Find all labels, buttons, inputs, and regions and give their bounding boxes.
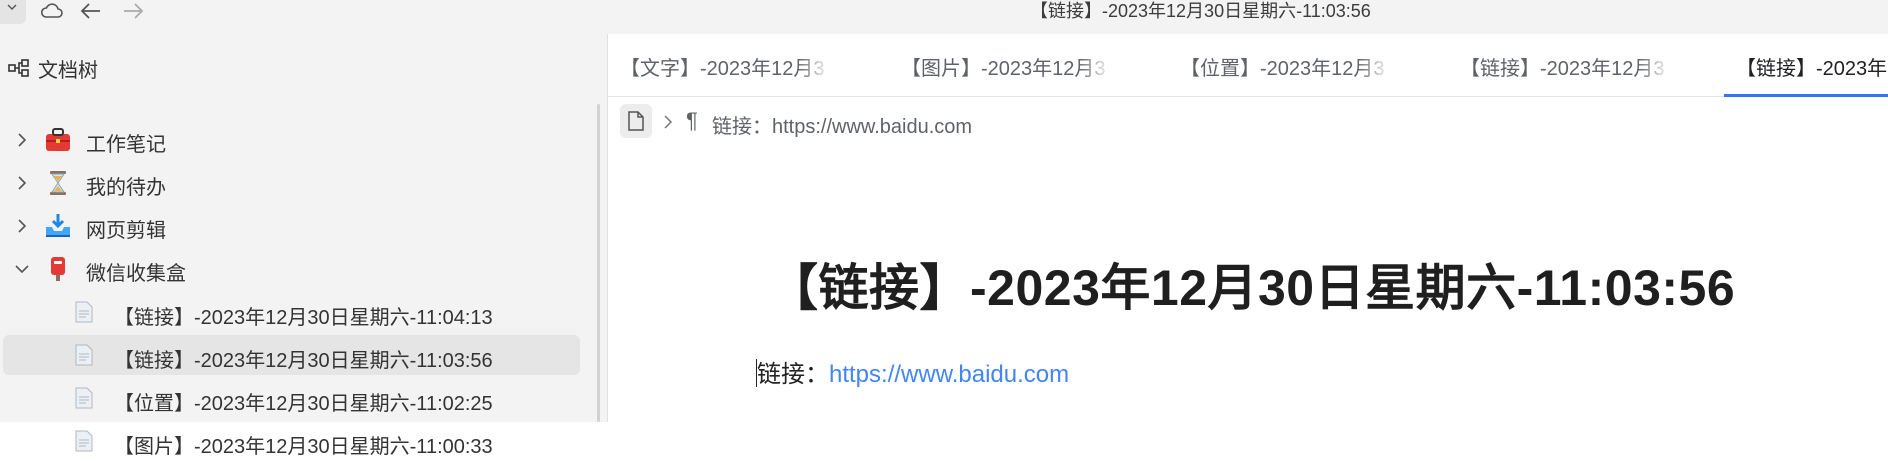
hyperlink[interactable]: https://www.baidu.com — [829, 361, 1069, 388]
tab-label: 【文字】-2023年12月3 — [620, 58, 825, 80]
window-title: 【链接】-2023年12月30日星期六-11:03:56 — [1030, 1, 1371, 21]
notebook-wechat-inbox[interactable]: 微信收集盒 — [0, 249, 580, 289]
chevron-down-icon — [7, 4, 17, 10]
notebook-work-notes[interactable]: 工作笔记 — [0, 120, 580, 160]
inbox-tray-icon — [46, 214, 70, 237]
document-icon — [75, 301, 93, 323]
doc-item[interactable]: 【图片】-2023年12月30日星期六-11:00:33 — [0, 421, 580, 461]
doc-item[interactable]: 【位置】-2023年12月30日星期六-11:02:25 — [0, 378, 580, 418]
notebook-label: 我的待办 — [86, 177, 166, 199]
chevron-right-icon[interactable] — [14, 175, 30, 191]
notebook-todo[interactable]: 我的待办 — [0, 163, 580, 203]
cloud-sync-icon[interactable] — [40, 2, 64, 25]
notebook-label: 微信收集盒 — [86, 263, 186, 285]
paragraph-label: 链接： — [757, 361, 829, 388]
document-paragraph[interactable]: 链接：https://www.baidu.com — [756, 354, 1069, 389]
document-icon — [75, 387, 93, 409]
document-icon — [628, 111, 644, 131]
active-tab-indicator — [1724, 94, 1888, 97]
hourglass-icon — [50, 171, 66, 195]
doc-label: 【图片】-2023年12月30日星期六-11:00:33 — [114, 436, 493, 458]
tab-link-active[interactable]: 【链接】-2023年12月30日 — [1724, 34, 1888, 97]
chevron-down-icon[interactable] — [14, 261, 30, 277]
paragraph-icon: ¶ — [686, 108, 698, 133]
tab-image[interactable]: 【图片】-2023年12月3 — [889, 34, 1159, 96]
forward-arrow-icon[interactable] — [122, 2, 144, 25]
notebook-label: 工作笔记 — [86, 134, 166, 156]
back-arrow-icon[interactable] — [80, 2, 102, 25]
chevron-right-icon[interactable] — [14, 218, 30, 234]
main-menu-button[interactable] — [0, 0, 26, 24]
tab-label: 【位置】-2023年12月3 — [1180, 58, 1385, 80]
doc-tree-title: 文档树 — [38, 60, 98, 82]
tab-location[interactable]: 【位置】-2023年12月3 — [1168, 34, 1438, 96]
postbox-icon — [51, 257, 65, 281]
toolbox-icon — [46, 128, 70, 151]
doc-item-selected[interactable]: 【链接】-2023年12月30日星期六-11:03:56 — [3, 335, 580, 375]
tree-icon — [8, 59, 29, 77]
doc-item[interactable]: 【链接】-2023年12月30日星期六-11:04:13 — [0, 292, 580, 332]
tab-link[interactable]: 【链接】-2023年12月3 — [1448, 34, 1718, 96]
document-title[interactable]: 【链接】-2023年12月30日星期六-11:03:56 — [768, 248, 1735, 320]
tab-text[interactable]: 【文字】-2023年12月3 — [608, 34, 878, 96]
chevron-right-icon[interactable] — [14, 132, 30, 148]
tab-label: 【图片】-2023年12月3 — [901, 58, 1106, 80]
breadcrumb-doc-button[interactable] — [620, 104, 652, 138]
tab-label: 【链接】-2023年12月30日 — [1736, 58, 1888, 80]
document-icon — [75, 344, 93, 366]
notebook-label: 网页剪辑 — [86, 220, 166, 242]
document-icon — [75, 430, 93, 452]
sidebar-scrollbar[interactable] — [597, 104, 600, 422]
chevron-right-icon — [664, 115, 673, 129]
tab-bar: 【文字】-2023年12月3 【图片】-2023年12月3 【位置】-2023年… — [608, 34, 1888, 97]
notebook-web-clips[interactable]: 网页剪辑 — [0, 206, 580, 246]
breadcrumb-paragraph[interactable]: 链接：https://www.baidu.com — [712, 110, 972, 139]
title-bar: 【链接】-2023年12月30日星期六-11:03:56 — [0, 0, 1888, 34]
doc-label: 【链接】-2023年12月30日星期六-11:04:13 — [114, 307, 493, 329]
tab-label: 【链接】-2023年12月3 — [1460, 58, 1665, 80]
document-tree-panel: 文档树 工作笔记 我的待办 网页剪辑 微信收集盒 【链接】-2023年12月30… — [0, 34, 607, 458]
doc-label: 【位置】-2023年12月30日星期六-11:02:25 — [114, 393, 493, 415]
doc-label: 【链接】-2023年12月30日星期六-11:03:56 — [114, 350, 493, 372]
